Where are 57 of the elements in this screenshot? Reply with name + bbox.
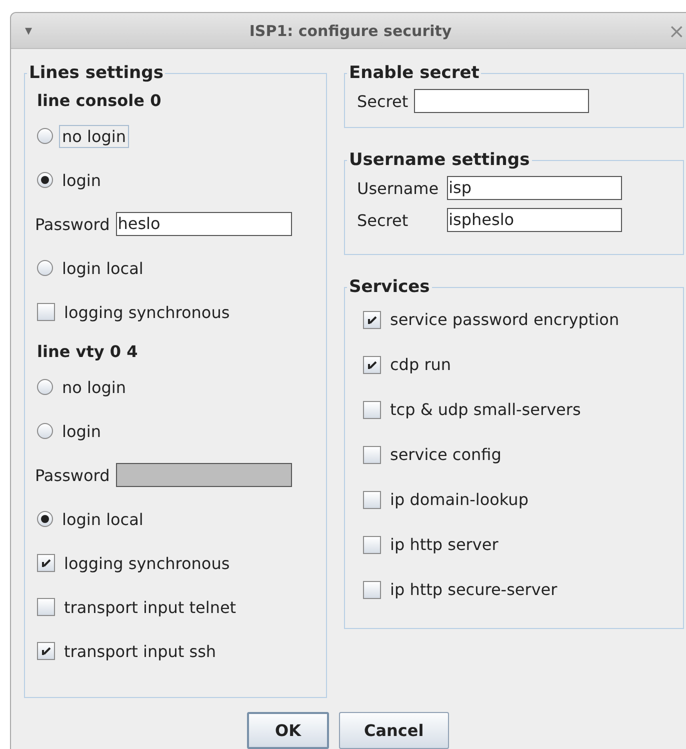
check-icon bbox=[40, 557, 52, 569]
radio-label[interactable]: login bbox=[59, 168, 104, 192]
window-menu-button[interactable]: ▾ bbox=[25, 22, 32, 38]
checkbox-label[interactable]: ip domain-lookup bbox=[387, 488, 532, 511]
ok-button[interactable]: OK bbox=[247, 712, 329, 749]
section-heading: line vty 0 4 bbox=[37, 342, 139, 361]
checkbox[interactable] bbox=[363, 446, 381, 464]
field-label: Password bbox=[35, 214, 110, 234]
radio-label[interactable]: no login bbox=[59, 376, 129, 398]
checkbox-label[interactable]: tcp & udp small-servers bbox=[387, 398, 584, 421]
checkbox-label[interactable]: transport input telnet bbox=[61, 596, 240, 618]
checkbox-label[interactable]: ip http secure-server bbox=[387, 578, 560, 601]
checkbox-label[interactable]: ip http server bbox=[387, 533, 502, 556]
radio-button[interactable] bbox=[37, 172, 53, 188]
panel-title: Username settings bbox=[348, 150, 531, 170]
checkbox[interactable] bbox=[37, 642, 55, 660]
radio-button[interactable] bbox=[37, 423, 53, 439]
checkbox-label[interactable]: logging synchronous bbox=[61, 300, 233, 324]
section-heading: line console 0 bbox=[37, 91, 162, 110]
check-icon bbox=[366, 314, 378, 326]
checkbox-label[interactable]: service password encryption bbox=[387, 308, 622, 331]
cancel-button[interactable]: Cancel bbox=[339, 712, 449, 749]
checkbox[interactable] bbox=[363, 490, 381, 508]
radio-button[interactable] bbox=[37, 511, 53, 527]
text-field[interactable]: ispheslo bbox=[446, 208, 622, 232]
field-label: Secret bbox=[357, 92, 408, 110]
checkbox[interactable] bbox=[363, 356, 381, 374]
field-label: Secret bbox=[357, 210, 410, 230]
checkbox[interactable] bbox=[363, 400, 381, 418]
field-label: Password bbox=[35, 466, 110, 484]
checkbox-label[interactable]: cdp run bbox=[387, 353, 454, 376]
secret-field[interactable] bbox=[414, 89, 590, 113]
checkbox[interactable] bbox=[37, 554, 55, 572]
window-title: ISP1: configure security bbox=[248, 22, 453, 40]
field-label: Username bbox=[357, 178, 439, 198]
radio-label[interactable]: no login bbox=[59, 124, 129, 148]
radio-button[interactable] bbox=[37, 128, 53, 144]
text-field[interactable]: isp bbox=[446, 176, 622, 200]
radio-button[interactable] bbox=[37, 379, 53, 395]
radio-label[interactable]: login local bbox=[59, 508, 146, 530]
check-icon bbox=[366, 358, 378, 370]
check-icon bbox=[40, 645, 52, 657]
password-field[interactable]: heslo bbox=[116, 212, 292, 236]
checkbox[interactable] bbox=[363, 580, 381, 598]
radio-label[interactable]: login local bbox=[59, 256, 146, 280]
checkbox-label[interactable]: transport input ssh bbox=[61, 640, 220, 662]
checkbox[interactable] bbox=[363, 310, 381, 328]
checkbox-label[interactable]: logging synchronous bbox=[61, 552, 233, 574]
checkbox[interactable] bbox=[37, 303, 55, 321]
checkbox[interactable] bbox=[363, 536, 381, 554]
radio-label[interactable]: login bbox=[59, 420, 104, 442]
checkbox[interactable] bbox=[37, 598, 55, 616]
checkbox-label[interactable]: service config bbox=[387, 443, 504, 466]
panel-title: Enable secret bbox=[348, 63, 480, 83]
panel-title: Lines settings bbox=[28, 63, 164, 83]
radio-button[interactable] bbox=[37, 260, 53, 276]
panel-title: Services bbox=[348, 277, 431, 297]
